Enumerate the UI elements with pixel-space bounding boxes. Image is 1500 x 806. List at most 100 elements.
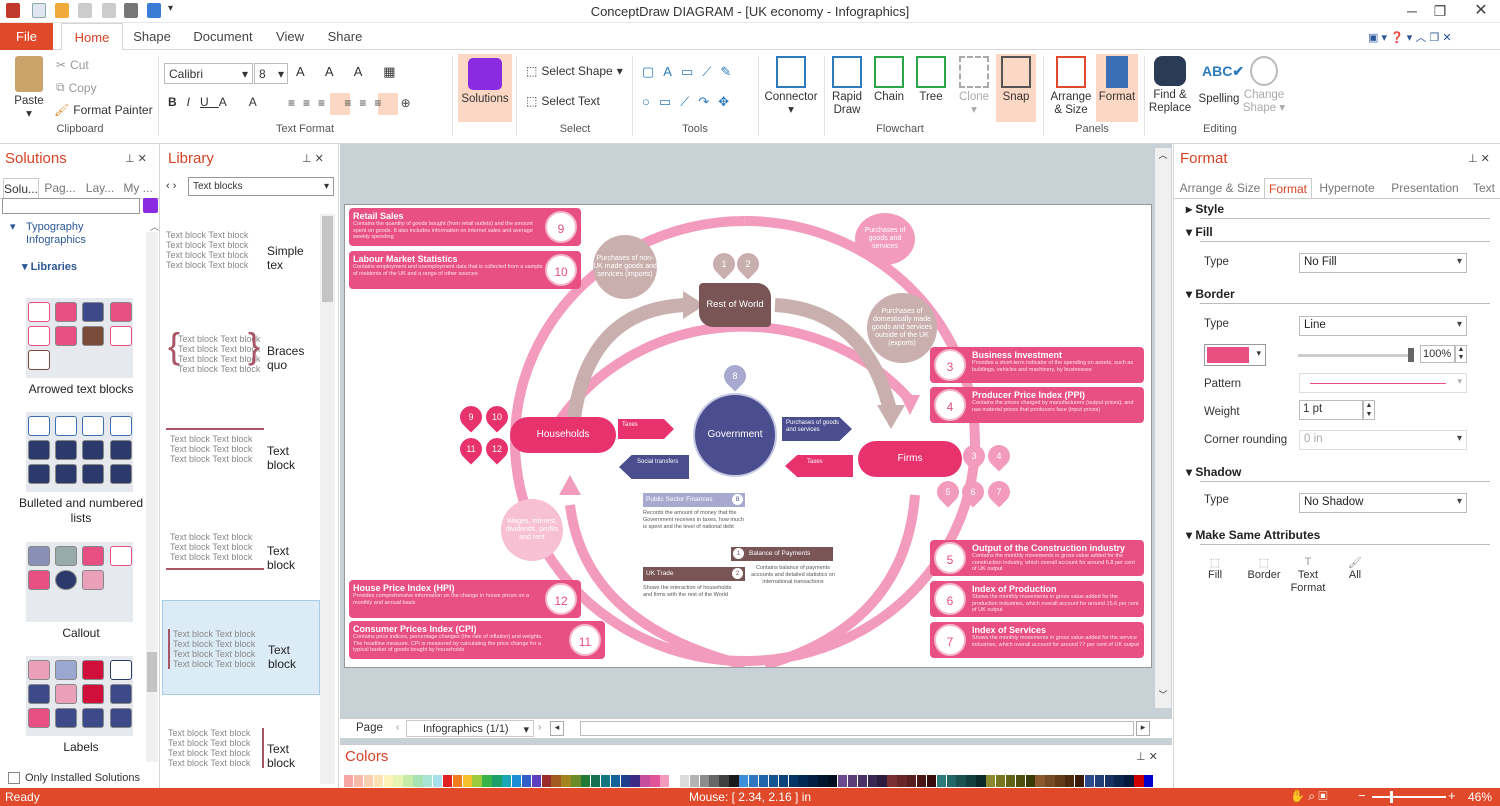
- library-nav-icons[interactable]: ‹ ›: [166, 180, 176, 192]
- connector-button[interactable]: Connector ▾: [762, 56, 820, 117]
- weight-input[interactable]: 1 pt: [1299, 400, 1363, 420]
- color-swatch[interactable]: [1104, 775, 1114, 787]
- zoom-out-icon[interactable]: −: [1358, 788, 1366, 803]
- color-swatch[interactable]: [1015, 775, 1026, 787]
- library-dropdown[interactable]: Text blocks ▾: [188, 177, 334, 196]
- node-firms[interactable]: Firms: [858, 441, 962, 477]
- tree-item-libraries[interactable]: ▾ Libraries: [22, 260, 77, 273]
- tab-document[interactable]: Document: [190, 23, 256, 50]
- opacity-stepper[interactable]: ▲ ▼: [1455, 345, 1467, 363]
- card-index-services[interactable]: 7 Index of Services Shows the monthly move…: [930, 622, 1144, 658]
- find-replace-button[interactable]: Find & Replace: [1148, 56, 1192, 115]
- same-all-button[interactable]: 🖌 All: [1340, 556, 1370, 581]
- card-cpi[interactable]: Consumer Prices Index (CPI) Contains pric…: [349, 621, 605, 659]
- color-swatch[interactable]: [739, 775, 749, 787]
- color-swatch[interactable]: [660, 775, 670, 787]
- color-swatch[interactable]: [956, 775, 966, 787]
- color-swatch[interactable]: [353, 775, 364, 787]
- color-swatch[interactable]: [1074, 775, 1085, 787]
- tab-text[interactable]: Text: [1468, 178, 1500, 198]
- zoom-slider[interactable]: [1372, 791, 1446, 803]
- color-swatch[interactable]: [1124, 775, 1134, 787]
- color-swatch[interactable]: [561, 775, 571, 787]
- color-swatch[interactable]: [788, 775, 798, 787]
- color-swatch[interactable]: [432, 775, 443, 787]
- copy-button[interactable]: ⧉ Copy: [56, 80, 97, 95]
- format-painter-button[interactable]: 🖌 Format Painter: [54, 103, 153, 117]
- color-swatch[interactable]: [492, 775, 502, 787]
- node-government[interactable]: Government: [693, 393, 777, 477]
- diagram-page[interactable]: Retail Sales Contains the quantity of goo…: [344, 204, 1152, 668]
- box-balance-payments[interactable]: 1 Balance of Payments: [731, 547, 833, 561]
- change-shape-button[interactable]: Change Shape ▾: [1242, 56, 1286, 115]
- status-tools-icons[interactable]: ✋ ⌕ ▣: [1290, 789, 1327, 804]
- same-border-button[interactable]: ⬚ Border: [1244, 556, 1284, 581]
- text-style-buttons[interactable]: BIUA A: [168, 95, 267, 109]
- tab-my[interactable]: My ...: [120, 178, 156, 198]
- color-swatches[interactable]: [344, 775, 1154, 787]
- color-swatch[interactable]: [847, 775, 858, 787]
- tab-presentation[interactable]: Presentation: [1382, 178, 1468, 198]
- color-swatch[interactable]: [502, 775, 512, 787]
- color-swatch[interactable]: [758, 775, 769, 787]
- color-swatch[interactable]: [363, 775, 374, 787]
- card-labour-market[interactable]: Labour Market Statistics Contains employm…: [349, 251, 581, 289]
- library-thumb-labels[interactable]: [26, 656, 133, 736]
- chain-button[interactable]: Chain: [870, 56, 908, 104]
- color-swatch[interactable]: [995, 775, 1006, 787]
- color-swatch[interactable]: [551, 775, 561, 787]
- library-item[interactable]: Text block Text block Text block Text blo…: [162, 404, 320, 499]
- color-swatch[interactable]: [926, 775, 937, 787]
- color-swatch[interactable]: [541, 775, 551, 787]
- color-swatch[interactable]: [1035, 775, 1045, 787]
- color-swatch[interactable]: [808, 775, 818, 787]
- paste-button[interactable]: Paste ▾: [8, 56, 50, 121]
- select-shape-button[interactable]: ⬚ Select Shape ▾: [526, 64, 623, 78]
- format-pin-icon[interactable]: ⊥ ✕: [1468, 152, 1490, 165]
- page-dropdown[interactable]: Infographics (1/1) ▾: [406, 720, 534, 737]
- canvas-vscrollbar[interactable]: ︿ ﹀: [1155, 148, 1171, 708]
- opacity-slider[interactable]: [1298, 348, 1414, 362]
- card-index-production[interactable]: 6 Index of Production Shows the monthly mo…: [930, 581, 1144, 617]
- color-swatch[interactable]: [413, 775, 423, 787]
- color-swatch[interactable]: [531, 775, 542, 787]
- corner-rounding-select[interactable]: 0 in: [1299, 430, 1467, 450]
- color-swatch[interactable]: [423, 775, 433, 787]
- font-grow-shrink[interactable]: A A A ▦: [296, 64, 405, 80]
- color-swatch[interactable]: [976, 775, 986, 787]
- section-fill[interactable]: ▾ Fill: [1186, 225, 1213, 239]
- color-swatch[interactable]: [383, 775, 393, 787]
- restore-icon[interactable]: ❐: [1424, 0, 1456, 22]
- color-swatch[interactable]: [393, 775, 403, 787]
- color-swatch[interactable]: [1144, 775, 1154, 787]
- color-swatch[interactable]: [749, 775, 759, 787]
- only-installed-checkbox[interactable]: [8, 772, 20, 784]
- color-swatch[interactable]: [581, 775, 591, 787]
- spelling-button[interactable]: ABC✔ Spelling: [1196, 56, 1245, 106]
- color-swatch[interactable]: [907, 775, 917, 787]
- tab-hypernote[interactable]: Hypernote: [1314, 178, 1380, 198]
- tools-row-2[interactable]: ○▭⟋↷✥: [642, 94, 738, 110]
- color-swatch[interactable]: [897, 775, 907, 787]
- pattern-select[interactable]: ▾: [1299, 373, 1467, 393]
- solutions-button[interactable]: Solutions: [458, 54, 512, 122]
- color-swatch[interactable]: [610, 775, 621, 787]
- fill-type-select[interactable]: No Fill: [1299, 253, 1467, 273]
- color-swatch[interactable]: [1134, 775, 1144, 787]
- color-swatch[interactable]: [630, 775, 640, 787]
- color-swatch[interactable]: [837, 775, 848, 787]
- color-swatch[interactable]: [442, 775, 453, 787]
- color-swatch[interactable]: [669, 775, 680, 787]
- align-icons[interactable]: ≡≡≡ ≡≡≡ ⊕: [288, 96, 419, 110]
- color-swatch[interactable]: [1025, 775, 1035, 787]
- tab-share[interactable]: Share: [323, 23, 367, 50]
- library-thumb-arrowed[interactable]: [26, 298, 133, 378]
- color-swatch[interactable]: [373, 775, 383, 787]
- color-swatch[interactable]: [1065, 775, 1075, 787]
- color-swatch[interactable]: [1055, 775, 1065, 787]
- color-swatch[interactable]: [877, 775, 887, 787]
- card-retail-sales[interactable]: Retail Sales Contains the quantity of goo…: [349, 208, 581, 246]
- rapid-draw-button[interactable]: Rapid Draw: [826, 56, 868, 117]
- color-swatch[interactable]: [1084, 775, 1095, 787]
- color-swatch[interactable]: [936, 775, 947, 787]
